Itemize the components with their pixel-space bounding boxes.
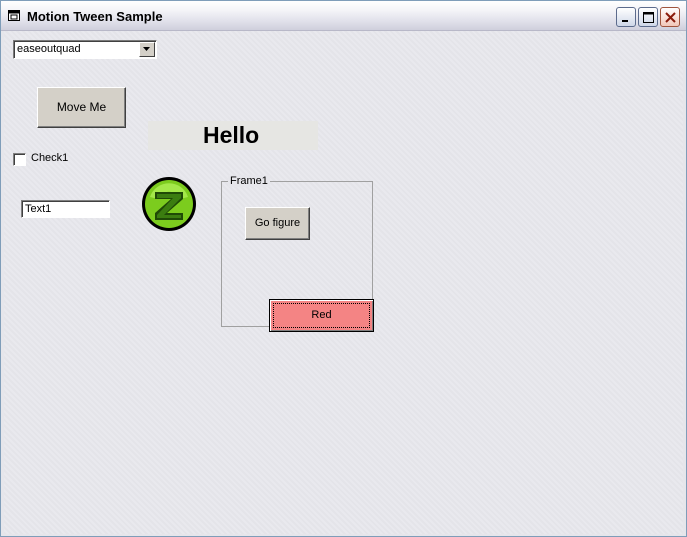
close-button[interactable] — [660, 7, 680, 27]
maximize-icon — [643, 12, 654, 23]
easing-combo-value: easeoutquad — [17, 43, 81, 55]
red-button[interactable]: Red — [269, 299, 374, 332]
move-me-button[interactable]: Move Me — [37, 87, 126, 128]
title-bar[interactable]: Motion Tween Sample — [1, 1, 686, 31]
maximize-button[interactable] — [638, 7, 658, 27]
app-window-icon[interactable] — [8, 10, 20, 21]
dropdown-arrow-icon — [143, 47, 150, 51]
frame1-caption: Frame1 — [228, 175, 270, 187]
hello-label: Hello — [148, 121, 318, 150]
easing-combo[interactable]: easeoutquad — [13, 40, 157, 59]
text1-value: Text1 — [25, 203, 52, 215]
easing-combo-dropdown-button[interactable] — [139, 42, 155, 57]
check1-label[interactable]: Check1 — [31, 152, 68, 164]
z-logo-icon[interactable] — [140, 175, 198, 233]
check1-checkbox[interactable] — [13, 153, 26, 166]
main-window: Motion Tween Sample easeoutquad Move Me … — [0, 0, 687, 537]
hello-label-text: Hello — [203, 122, 260, 148]
window-title: Motion Tween Sample — [27, 9, 163, 24]
focus-rectangle — [273, 303, 370, 328]
minimize-icon — [622, 20, 628, 22]
go-figure-button[interactable]: Go figure — [245, 207, 310, 240]
close-icon — [665, 12, 676, 23]
text1-textbox[interactable]: Text1 — [21, 200, 110, 218]
minimize-button[interactable] — [616, 7, 636, 27]
